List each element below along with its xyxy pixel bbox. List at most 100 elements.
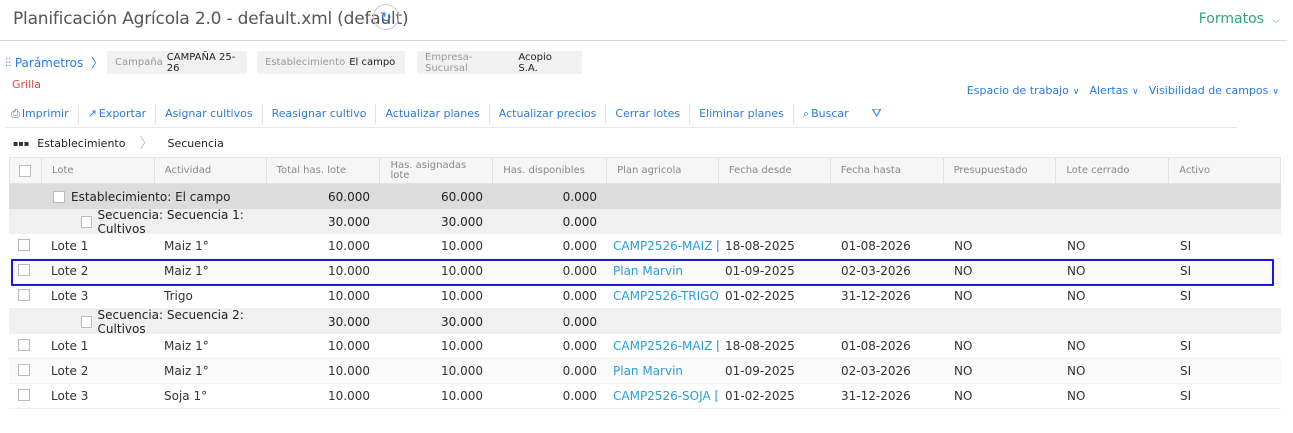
cell-plan-link[interactable]: CAMP2526-TRIGO [607, 289, 719, 303]
chevron-right-icon: 〉 [91, 56, 104, 70]
param-establecimiento[interactable]: Establecimiento El campo [257, 51, 405, 74]
header-lote-cerrado[interactable]: Lote cerrado [1056, 158, 1170, 183]
param-empresa[interactable]: Empresa-Sucursal Acopio S.A. [417, 51, 582, 74]
row-checkbox[interactable] [18, 388, 30, 401]
cell-actividad: Maiz 1° [164, 364, 209, 378]
header-lote[interactable]: Lote [42, 158, 155, 183]
actualizar-planes-button[interactable]: Actualizar planes [376, 103, 490, 124]
cell-asignadas: 10.000 [441, 389, 483, 403]
group-row-establecimiento[interactable]: Establecimiento: El campo 60.000 60.000 … [9, 184, 1281, 209]
breadcrumb-secuencia[interactable]: Secuencia [167, 137, 223, 150]
buscar-label: Buscar [811, 107, 849, 120]
cell-total: 10.000 [328, 389, 370, 403]
chevron-down-icon: ⌵ [1272, 15, 1280, 26]
row-checkbox-cell[interactable] [9, 263, 41, 279]
header-presupuestado[interactable]: Presupuestado [944, 158, 1057, 183]
cell-plan-link[interactable]: Plan Marvin [607, 364, 719, 378]
header-total[interactable]: Total has. lote [267, 158, 381, 183]
alertas-menu[interactable]: Alertas ∨ [1089, 84, 1138, 97]
group-secuencia-2-disponibles: 0.000 [562, 314, 597, 329]
header-disponibles[interactable]: Has. disponibles [493, 158, 608, 183]
header-activo[interactable]: Activo [1169, 158, 1280, 183]
actualizar-precios-button[interactable]: Actualizar precios [490, 103, 607, 124]
cell-plan-link[interactable]: CAMP2526-SOJA [ [607, 389, 719, 403]
cell-lote: Lote 2 [51, 264, 89, 278]
param-establecimiento-value: El campo [349, 57, 396, 68]
header-actividad[interactable]: Actividad [155, 158, 267, 183]
grilla-label: Grilla [12, 78, 41, 91]
table-row[interactable]: Lote 3 Trigo 10.000 10.000 0.000 CAMP252… [9, 284, 1281, 309]
cell-activo: SI [1180, 389, 1192, 403]
eliminar-planes-button[interactable]: Eliminar planes [690, 103, 794, 124]
param-campana-label: Campaña [115, 57, 163, 68]
row-checkbox-cell[interactable] [9, 388, 41, 404]
row-checkbox[interactable] [18, 288, 30, 301]
header-fecha-hasta[interactable]: Fecha hasta [831, 158, 944, 183]
cell-activo: SI [1180, 339, 1192, 353]
group-establecimiento-label: Establecimiento: El campo [71, 189, 231, 204]
reasignar-cultivo-button[interactable]: Reasignar cultivo [263, 103, 377, 124]
header-asignadas[interactable]: Has. asignadas lote [380, 158, 494, 183]
header-plan[interactable]: Plan agricola [607, 158, 719, 183]
cell-fecha-desde: 01-09-2025 [725, 364, 795, 378]
table-row[interactable]: Lote 1 Maiz 1° 10.000 10.000 0.000 CAMP2… [9, 234, 1281, 259]
select-all-checkbox[interactable] [19, 164, 31, 177]
cell-total: 10.000 [328, 264, 370, 278]
parametros-link[interactable]: ⫶⫶ Parámetros 〉 [5, 54, 103, 71]
group-secuencia-1: Secuencia: Secuencia 1: Cultivos [81, 208, 267, 236]
formatos-dropdown[interactable]: Formatos ⌵ [1199, 11, 1280, 27]
formatos-label: Formatos [1198, 11, 1264, 27]
param-empresa-value: Acopio S.A. [518, 51, 552, 74]
row-checkbox[interactable] [18, 263, 30, 276]
cell-lote-cerrado: NO [1067, 339, 1086, 353]
breadcrumb-establecimiento[interactable]: Establecimiento [37, 137, 125, 150]
cell-fecha-desde: 18-08-2025 [725, 239, 795, 253]
cell-plan-link[interactable]: CAMP2526-MAIZ [ [607, 339, 719, 353]
cell-fecha-hasta: 02-03-2026 [841, 264, 911, 278]
cell-lote: Lote 3 [51, 389, 89, 403]
cell-presupuestado: NO [954, 364, 973, 378]
group-secuencia-1-checkbox[interactable] [81, 215, 92, 228]
header-fecha-desde[interactable]: Fecha desde [719, 158, 831, 183]
row-checkbox-cell[interactable] [9, 288, 41, 304]
row-checkbox-cell[interactable] [9, 338, 41, 354]
imprimir-button[interactable]: ⎙ Imprimir [5, 103, 79, 124]
refresh-button[interactable]: ↻ [373, 4, 399, 30]
exportar-button[interactable]: ↗ Exportar [79, 103, 157, 124]
row-checkbox-cell[interactable] [9, 238, 41, 254]
cell-plan-link[interactable]: Plan Marvin [607, 264, 719, 278]
row-checkbox[interactable] [18, 338, 30, 351]
cell-asignadas: 10.000 [441, 264, 483, 278]
espacio-trabajo-menu[interactable]: Espacio de trabajo ∨ [967, 84, 1080, 97]
row-checkbox[interactable] [18, 363, 30, 376]
cell-disponibles: 0.000 [562, 364, 597, 378]
cell-disponibles: 0.000 [562, 239, 597, 253]
row-checkbox-cell[interactable] [9, 363, 41, 379]
cerrar-lotes-button[interactable]: Cerrar lotes [606, 103, 691, 124]
group-establecimiento-checkbox[interactable] [53, 190, 65, 203]
group-secuencia-2-checkbox[interactable] [81, 315, 92, 328]
table-row[interactable]: Lote 1 Maiz 1° 10.000 10.000 0.000 CAMP2… [9, 334, 1281, 359]
param-campana[interactable]: Campaña CAMPAÑA 25-26 [107, 51, 247, 74]
chevron-right-icon: 〉 [139, 136, 154, 152]
group-row-secuencia-2[interactable]: Secuencia: Secuencia 2: Cultivos 30.000 … [9, 308, 1281, 336]
visibilidad-menu[interactable]: Visibilidad de campos ∨ [1149, 84, 1279, 97]
table-row[interactable]: Lote 3 Soja 1° 10.000 10.000 0.000 CAMP2… [9, 384, 1281, 409]
grid-header: Lote Actividad Total has. lote Has. asig… [9, 157, 1281, 184]
cell-lote-cerrado: NO [1067, 239, 1086, 253]
cell-actividad: Maiz 1° [164, 339, 209, 353]
table-row[interactable]: Lote 2 Maiz 1° 10.000 10.000 0.000 Plan … [9, 359, 1281, 384]
cell-actividad: Maiz 1° [164, 239, 209, 253]
param-establecimiento-label: Establecimiento [265, 57, 346, 68]
filter-icon[interactable]: ⛛ [872, 106, 882, 121]
row-checkbox[interactable] [18, 238, 30, 251]
header-asignadas-line2: lote [390, 169, 410, 181]
search-icon: ⌕ [802, 106, 810, 120]
cell-plan-link[interactable]: CAMP2526-MAIZ [ [607, 239, 719, 253]
header-select-all[interactable] [10, 158, 42, 183]
cell-fecha-hasta: 01-08-2026 [841, 339, 911, 353]
buscar-button[interactable]: ⌕ Buscar [794, 104, 858, 124]
table-row[interactable]: Lote 2 Maiz 1° 10.000 10.000 0.000 Plan … [9, 259, 1281, 284]
asignar-cultivos-button[interactable]: Asignar cultivos [156, 103, 263, 124]
group-row-secuencia-1[interactable]: Secuencia: Secuencia 1: Cultivos 30.000 … [9, 208, 1281, 236]
